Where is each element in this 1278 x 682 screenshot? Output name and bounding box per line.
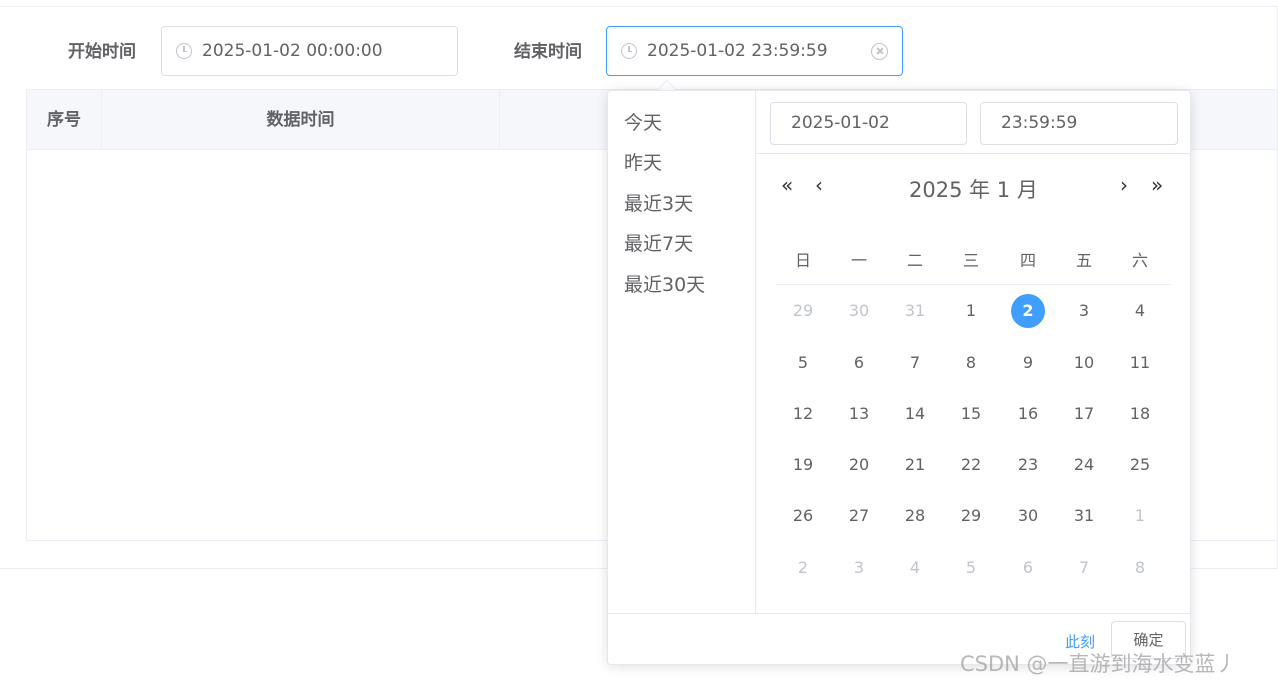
calendar-day[interactable]: 30 [842, 294, 876, 328]
calendar-day[interactable]: 7 [1067, 551, 1101, 585]
calendar-day[interactable]: 30 [1011, 499, 1045, 533]
calendar-day[interactable]: 31 [1067, 499, 1101, 533]
calendar-day[interactable]: 5 [786, 346, 820, 380]
calendar-day[interactable]: 23 [1011, 448, 1045, 482]
weekday-header: 四 [1019, 251, 1036, 270]
weekday-divider [776, 284, 1171, 285]
shortcut-sidebar: 今天 昨天 最近3天 最近7天 最近30天 [608, 91, 756, 613]
calendar-day[interactable]: 8 [1123, 551, 1157, 585]
calendar-day[interactable]: 9 [1011, 346, 1045, 380]
end-time-label: 结束时间 [514, 42, 582, 62]
shortcut-yesterday[interactable]: 昨天 [624, 148, 662, 175]
calendar-day[interactable]: 3 [1067, 294, 1101, 328]
picker-date-input[interactable]: 2025-01-02 [770, 102, 967, 145]
calendar-day[interactable]: 29 [786, 294, 820, 328]
calendar-day[interactable]: 6 [1011, 551, 1045, 585]
calendar-day[interactable]: 5 [954, 551, 988, 585]
calendar-day[interactable]: 13 [842, 397, 876, 431]
calendar-day[interactable]: 18 [1123, 397, 1157, 431]
weekday-header: 六 [1131, 251, 1148, 270]
calendar-day[interactable]: 11 [1123, 346, 1157, 380]
weekday-header: 五 [1075, 251, 1092, 270]
calendar-day[interactable]: 25 [1123, 448, 1157, 482]
calendar-day[interactable]: 3 [842, 551, 876, 585]
datetime-picker-panel: 今天 昨天 最近3天 最近7天 最近30天 2025-01-02 23:59:5… [607, 90, 1191, 665]
calendar-day[interactable]: 2 [1011, 294, 1045, 328]
calendar-day[interactable]: 24 [1067, 448, 1101, 482]
clock-icon [176, 43, 192, 59]
calendar-day[interactable]: 1 [1123, 499, 1157, 533]
picker-time-input[interactable]: 23:59:59 [980, 102, 1178, 145]
calendar-day[interactable]: 22 [954, 448, 988, 482]
calendar-day[interactable]: 4 [1123, 294, 1157, 328]
weekday-header: 一 [850, 251, 867, 270]
weekday-header: 日 [794, 251, 811, 270]
picker-divider [756, 153, 1191, 154]
end-time-value: 2025-01-02 23:59:59 [647, 41, 828, 61]
calendar-day[interactable]: 7 [898, 346, 932, 380]
calendar-day[interactable]: 15 [954, 397, 988, 431]
next-month-button[interactable]: › [1120, 173, 1128, 197]
next-year-button[interactable]: » [1151, 173, 1163, 197]
shortcut-today[interactable]: 今天 [624, 108, 662, 135]
calendar-day[interactable]: 27 [842, 499, 876, 533]
shortcut-last-30-days[interactable]: 最近30天 [624, 270, 705, 297]
column-header-data-time: 数据时间 [102, 90, 500, 150]
calendar-day[interactable]: 6 [842, 346, 876, 380]
weekday-header: 三 [962, 251, 979, 270]
calendar-day[interactable]: 31 [898, 294, 932, 328]
start-time-value: 2025-01-02 00:00:00 [202, 41, 383, 61]
calendar-day[interactable]: 12 [786, 397, 820, 431]
prev-month-button[interactable]: ‹ [815, 173, 823, 197]
prev-year-button[interactable]: « [781, 173, 793, 197]
calendar-day[interactable]: 1 [954, 294, 988, 328]
clear-icon[interactable] [871, 43, 888, 60]
calendar-day[interactable]: 29 [954, 499, 988, 533]
calendar-day[interactable]: 21 [898, 448, 932, 482]
calendar-day[interactable]: 2 [786, 551, 820, 585]
month-year-label: 2025 年 1 月 [909, 178, 1038, 202]
calendar-day[interactable]: 14 [898, 397, 932, 431]
clock-icon [621, 43, 637, 59]
end-time-input[interactable]: 2025-01-02 23:59:59 [606, 26, 903, 76]
column-header-index: 序号 [27, 90, 102, 150]
calendar-day[interactable]: 10 [1067, 346, 1101, 380]
calendar-day[interactable]: 28 [898, 499, 932, 533]
watermark: CSDN @一直游到海水变蓝丿 [960, 652, 1237, 676]
weekday-header: 二 [906, 251, 923, 270]
calendar-day[interactable]: 4 [898, 551, 932, 585]
start-time-label: 开始时间 [68, 42, 136, 62]
calendar-day[interactable]: 8 [954, 346, 988, 380]
calendar-day[interactable]: 17 [1067, 397, 1101, 431]
shortcut-last-7-days[interactable]: 最近7天 [624, 229, 693, 256]
calendar-day[interactable]: 16 [1011, 397, 1045, 431]
calendar-day[interactable]: 20 [842, 448, 876, 482]
calendar-day[interactable]: 26 [786, 499, 820, 533]
shortcut-last-3-days[interactable]: 最近3天 [624, 189, 693, 216]
calendar-day[interactable]: 19 [786, 448, 820, 482]
start-time-input[interactable]: 2025-01-02 00:00:00 [161, 26, 458, 76]
